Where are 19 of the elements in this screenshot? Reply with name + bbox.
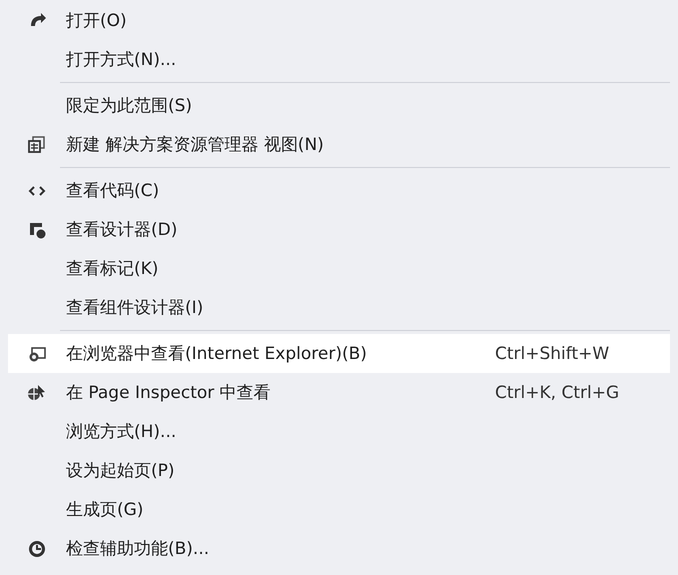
clock-icon bbox=[27, 538, 47, 558]
menu-item[interactable]: 打开(O) bbox=[8, 1, 670, 40]
menu-item[interactable]: 设为起始页(P) bbox=[8, 451, 670, 490]
shortcut-text: Ctrl+K, Ctrl+G bbox=[495, 382, 620, 402]
menu-item[interactable]: 在 Page Inspector 中查看 Ctrl+K, Ctrl+G bbox=[8, 373, 670, 412]
shortcut-text: Ctrl+Shift+W bbox=[495, 344, 610, 364]
menu-item[interactable]: 生成页(G) bbox=[8, 490, 670, 529]
menu-item[interactable]: 打开方式(N)... bbox=[8, 40, 670, 79]
globe-cursor-icon bbox=[27, 382, 47, 402]
menu-item[interactable]: 查看设计器(D) bbox=[8, 210, 670, 249]
menu-item[interactable]: 浏览方式(H)... bbox=[8, 412, 670, 451]
menu-item[interactable]: 查看代码(C) bbox=[8, 171, 670, 210]
menu-item[interactable]: 查看组件设计器(I) bbox=[8, 288, 670, 327]
menu-item[interactable]: 在浏览器中查看(Internet Explorer)(B) Ctrl+Shift+W bbox=[8, 334, 670, 373]
menu-item[interactable]: 限定为此范围(S) bbox=[8, 86, 670, 125]
menu-item[interactable]: 新建 解决方案资源管理器 视图(N) bbox=[8, 125, 670, 164]
window-stack-icon bbox=[27, 134, 47, 154]
menu-item[interactable]: 检查辅助功能(B)... bbox=[8, 529, 670, 568]
menu-item[interactable]: 查看标记(K) bbox=[8, 249, 670, 288]
